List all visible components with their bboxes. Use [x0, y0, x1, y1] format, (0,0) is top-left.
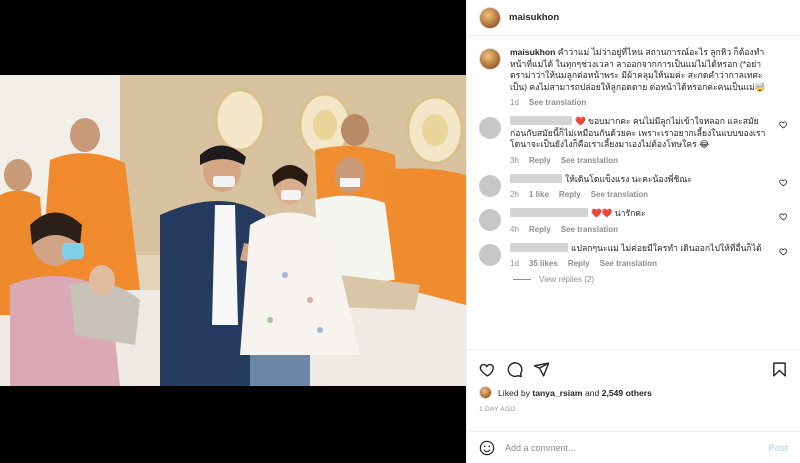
comment-text: แปลกๆนะแม่ ไม่ค่อยมีใครทำ เดินออกไปให้ที…: [571, 242, 762, 253]
media-area: [0, 0, 466, 463]
liked-by-user[interactable]: tanya_rsiam: [532, 388, 582, 398]
post-button[interactable]: Post: [768, 443, 788, 453]
share-icon[interactable]: [533, 361, 550, 378]
likes-prefix: Liked by: [498, 387, 531, 398]
see-translation-link[interactable]: See translation: [591, 190, 648, 199]
post-actions: Liked by tanya_rsiam and 2,549 others 1 …: [467, 349, 800, 413]
avatar[interactable]: [479, 243, 501, 266]
like-comment-heart-icon[interactable]: [779, 212, 788, 221]
reply-button[interactable]: Reply: [568, 259, 590, 268]
comment-item: แปลกๆนะแม่ ไม่ค่อยมีใครทำ เดินออกไปให้ที…: [479, 242, 788, 268]
comment-time: 3h: [510, 155, 519, 165]
comment-input[interactable]: [505, 442, 769, 453]
replies-divider: [513, 279, 531, 280]
redacted-username: [510, 116, 572, 125]
bookmark-icon[interactable]: [771, 361, 788, 378]
view-replies-label[interactable]: View replies (2): [539, 275, 594, 284]
caption-username[interactable]: maisukhon: [510, 47, 555, 57]
comment-text: ให้เดินโดแข็งแรง นะคะน้องพี่ชิณะ: [565, 173, 692, 184]
comment-icon[interactable]: [506, 361, 523, 378]
post-photo[interactable]: [0, 75, 466, 386]
avatar[interactable]: [479, 48, 501, 70]
comment-item: ❤️ ขอบมากคะ คนไม่มีลูกไม่เข้าใจหลอก และส…: [479, 116, 788, 165]
reply-button[interactable]: Reply: [529, 225, 551, 234]
avatar[interactable]: [479, 117, 501, 139]
post-date[interactable]: 1 DAY AGO: [479, 406, 788, 413]
post-sidebar: maisukhon maisukhon คำว่าแม่ ไม่ว่าอยู่ท…: [466, 0, 800, 463]
redacted-username: [510, 173, 562, 183]
reply-button[interactable]: Reply: [529, 156, 551, 165]
caption: maisukhon คำว่าแม่ ไม่ว่าอยู่ที่ไหน สถาน…: [479, 47, 788, 107]
comment-item: ❤️❤️ น่ารักค่ะ 4h Reply See translation: [479, 208, 788, 234]
ceremony-photo: [0, 75, 466, 386]
like-comment-heart-icon[interactable]: [779, 178, 788, 187]
post-header: maisukhon: [467, 0, 800, 36]
post-view: maisukhon maisukhon คำว่าแม่ ไม่ว่าอยู่ท…: [0, 0, 800, 463]
comment-item: ให้เดินโดแข็งแรง นะคะน้องพี่ชิณะ 2h 1 li…: [479, 173, 788, 199]
comment-text: ❤️❤️ น่ารักค่ะ: [591, 208, 646, 218]
see-translation-link[interactable]: See translation: [561, 225, 618, 234]
avatar[interactable]: [479, 386, 492, 399]
heart-icon[interactable]: [479, 361, 496, 378]
see-translation-link[interactable]: See translation: [561, 156, 618, 165]
add-comment-bar: Post: [467, 431, 800, 463]
redacted-username: [510, 208, 588, 217]
avatar[interactable]: [479, 6, 501, 29]
comment-time: 4h: [510, 224, 519, 234]
reply-button[interactable]: Reply: [559, 190, 581, 199]
like-comment-heart-icon[interactable]: [779, 247, 788, 256]
comments-list[interactable]: maisukhon คำว่าแม่ ไม่ว่าอยู่ที่ไหน สถาน…: [467, 37, 800, 349]
emoji-icon[interactable]: [479, 440, 495, 456]
likes-count[interactable]: 2,549 others: [602, 388, 652, 398]
comment-likes[interactable]: 35 likes: [529, 259, 558, 268]
caption-time: 1d: [510, 98, 519, 107]
likes-and: and: [584, 387, 600, 398]
redacted-username: [510, 242, 568, 252]
view-replies-button[interactable]: View replies (2): [513, 275, 788, 284]
comment-time: 1d: [510, 259, 519, 268]
avatar[interactable]: [479, 209, 501, 231]
see-translation-link[interactable]: See translation: [529, 98, 586, 107]
header-username[interactable]: maisukhon: [509, 12, 559, 23]
like-comment-heart-icon[interactable]: [779, 120, 788, 129]
avatar[interactable]: [479, 174, 501, 197]
likes-summary: Liked by tanya_rsiam and 2,549 others: [479, 386, 788, 399]
comment-likes[interactable]: 1 like: [529, 190, 549, 199]
comment-time: 2h: [510, 190, 519, 199]
see-translation-link[interactable]: See translation: [600, 259, 657, 268]
